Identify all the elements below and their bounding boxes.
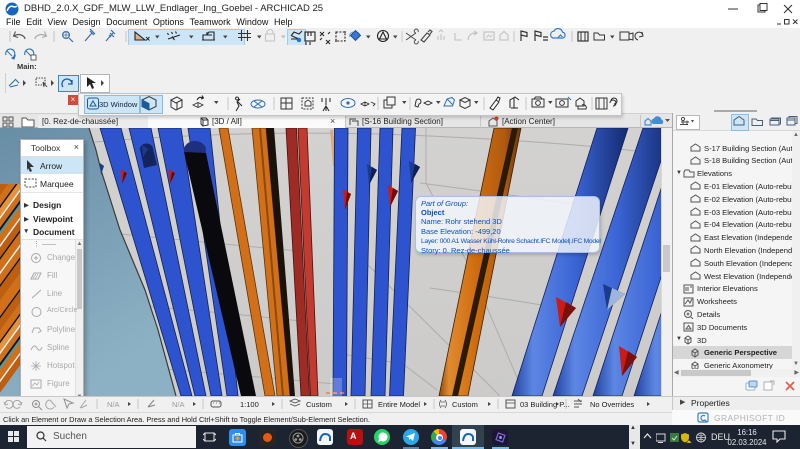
svg-text:N/A: N/A — [107, 400, 120, 409]
svg-text:Entire Model: Entire Model — [378, 400, 420, 409]
svg-text:No Overrides: No Overrides — [590, 400, 634, 409]
svg-text:1:100: 1:100 — [240, 400, 259, 409]
svg-text:Custom: Custom — [306, 400, 332, 409]
svg-text:03 Building P...: 03 Building P... — [520, 400, 569, 409]
svg-text:Custom: Custom — [452, 400, 478, 409]
svg-text:N/A: N/A — [172, 400, 185, 409]
